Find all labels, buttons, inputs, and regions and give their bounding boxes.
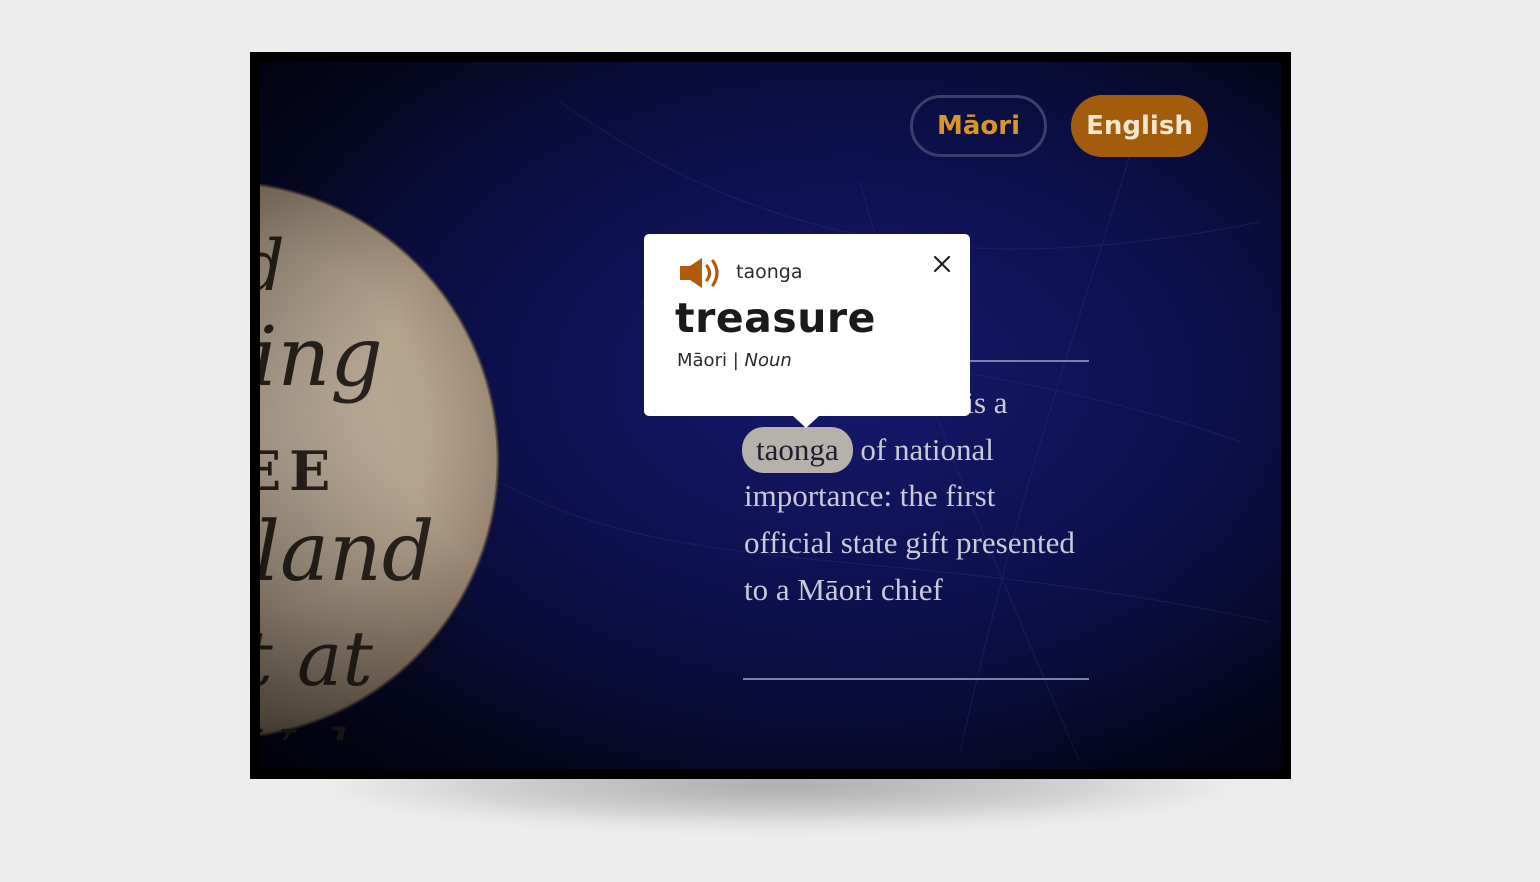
quote-after-highlight: of national (852, 431, 994, 467)
stage: d King EE aland it at Vales Māori Englis… (0, 0, 1540, 882)
popup-translation: treasure (675, 294, 876, 342)
maori-button-label: Māori (936, 111, 1020, 141)
medal-script-1: d (260, 225, 285, 307)
medal-script-6: Vales (260, 715, 426, 740)
medal-script-5: it at (260, 614, 373, 703)
popup-language: Māori (677, 350, 727, 371)
maori-language-button[interactable]: Māori (910, 95, 1047, 157)
medal-script-3: EE (260, 439, 338, 503)
popup-meta: Māori | Noun (677, 350, 792, 371)
medal-image: d King EE aland it at Vales (260, 183, 500, 740)
close-icon[interactable] (930, 252, 954, 276)
english-button-label: English (1086, 111, 1193, 141)
popup-separator: | (726, 350, 745, 371)
highlighted-word-taonga[interactable]: taonga (742, 426, 853, 473)
medal-script-4: aland (260, 505, 434, 600)
translation-popup: taonga treasure Māori | Noun (644, 234, 970, 428)
quote-rest: importance: the first official state gif… (744, 478, 1075, 607)
popup-part-of-speech: Noun (744, 350, 792, 371)
quote-line-2: taonga of national (742, 426, 1084, 474)
display-frame: d King EE aland it at Vales Māori Englis… (250, 52, 1291, 779)
medal-script-2: King (260, 310, 383, 405)
popup-tail (792, 415, 820, 428)
speaker-icon[interactable] (678, 256, 724, 290)
english-language-button[interactable]: English (1071, 95, 1208, 157)
popup-word: taonga (736, 261, 803, 283)
divider-bottom (743, 678, 1089, 680)
kiosk-screen: d King EE aland it at Vales Māori Englis… (260, 62, 1281, 769)
